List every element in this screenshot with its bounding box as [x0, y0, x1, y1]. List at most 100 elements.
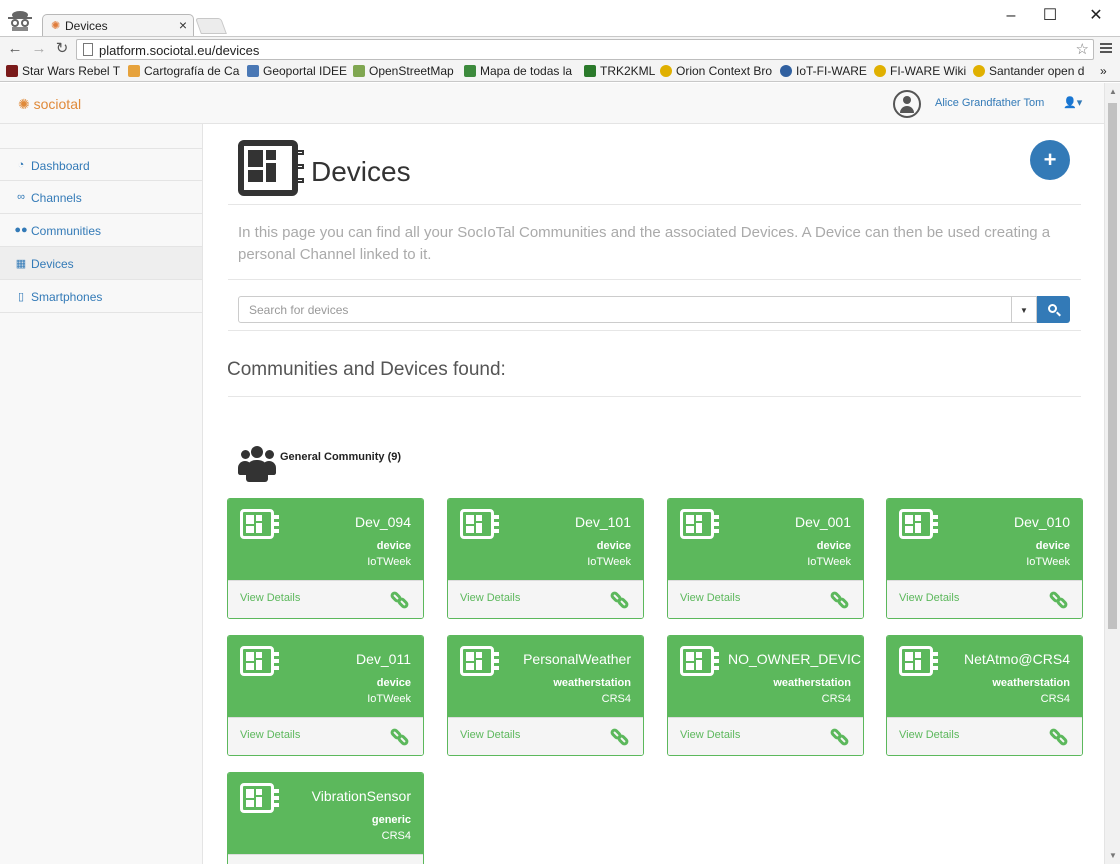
forward-arrow-icon[interactable]: →: [30, 40, 48, 58]
bookmark-label: TRK2KML: [600, 64, 656, 78]
card-header: NetAtmo@CRS4 weatherstation CRS4: [887, 636, 1082, 717]
scroll-down-icon[interactable]: ▼: [1109, 851, 1117, 860]
tab-close-icon[interactable]: ×: [179, 17, 187, 33]
device-card[interactable]: NetAtmo@CRS4 weatherstation CRS4 View De…: [886, 635, 1083, 756]
device-owner: CRS4: [821, 693, 851, 705]
tab-title: Devices: [65, 19, 108, 33]
user-name-link[interactable]: Alice Grandfather Tom: [935, 97, 1044, 109]
scrollbar-thumb[interactable]: [1108, 103, 1117, 629]
device-card[interactable]: VibrationSensor generic CRS4 View Detail…: [227, 772, 424, 864]
bookmark-item[interactable]: TRK2KML: [584, 64, 655, 78]
sidebar-item-devices[interactable]: ▦ Devices: [0, 247, 202, 280]
device-name: Dev_010: [1013, 514, 1070, 530]
device-card[interactable]: Dev_094 device IoTWeek View Details: [227, 498, 424, 619]
view-details-link[interactable]: View Details: [680, 592, 740, 604]
browser-tab[interactable]: ✺ Devices ×: [42, 14, 194, 36]
sidebar-item-smartphones[interactable]: ▯ Smartphones: [0, 280, 202, 313]
link-icon[interactable]: [828, 589, 852, 611]
caret-down-icon: ▾: [1076, 97, 1083, 109]
bookmark-item[interactable]: FI-WARE Wiki: [874, 64, 966, 78]
link-icon[interactable]: [1047, 589, 1071, 611]
reload-icon[interactable]: ↻: [53, 40, 71, 58]
view-details-link[interactable]: View Details: [460, 592, 520, 604]
bookmark-label: Geoportal IDEE: [263, 64, 348, 78]
sidebar-item-communities[interactable]: ●● Communities: [0, 214, 202, 247]
view-details-link[interactable]: View Details: [240, 729, 300, 741]
link-icon[interactable]: [388, 726, 412, 748]
device-card[interactable]: Dev_011 device IoTWeek View Details: [227, 635, 424, 756]
sidebar-item-channels[interactable]: ∞ Channels: [0, 181, 202, 214]
divider: [228, 279, 1081, 280]
sociotal-logo[interactable]: ✺ sociotal: [18, 96, 81, 113]
link-icon[interactable]: [1047, 726, 1071, 748]
new-tab-button[interactable]: [195, 18, 227, 34]
main-content: Devices + In this page you can find all …: [203, 124, 1104, 864]
divider: [228, 396, 1081, 397]
bookmark-item[interactable]: OpenStreetMap: [353, 64, 454, 78]
link-icon[interactable]: [608, 589, 632, 611]
browser-titlebar: ✺ Devices × – ☐ ✕: [0, 0, 1120, 36]
bookmark-item[interactable]: Orion Context Bro: [660, 64, 772, 78]
search-input[interactable]: [239, 297, 999, 322]
more-bookmarks-button[interactable]: »: [1100, 64, 1107, 78]
sidebar: ◔ Dashboard ∞ Channels ●● Communities ▦ …: [0, 124, 203, 864]
bookmark-label: OpenStreetMap: [369, 64, 454, 78]
device-type: weatherstation: [773, 677, 851, 689]
community-icon: [238, 446, 276, 482]
sidebar-item-label: Dashboard: [31, 159, 90, 173]
search-icon: [1048, 304, 1057, 313]
bookmark-item[interactable]: Geoportal IDEE: [247, 64, 347, 78]
bookmark-item[interactable]: Star Wars Rebel T: [6, 64, 120, 78]
device-icon: ▦: [15, 258, 27, 270]
search-button[interactable]: [1037, 296, 1070, 323]
sidebar-item-dashboard[interactable]: ◔ Dashboard: [0, 148, 202, 181]
minimize-button[interactable]: –: [1001, 6, 1021, 26]
close-window-button[interactable]: ✕: [1086, 6, 1106, 26]
view-details-link[interactable]: View Details: [680, 729, 740, 741]
bookmark-item[interactable]: IoT-FI-WARE: [780, 64, 867, 78]
bookmark-item[interactable]: Mapa de todas la: [464, 64, 572, 78]
device-icon: [460, 646, 499, 676]
bookmark-label: FI-WARE Wiki: [890, 64, 967, 78]
view-details-link[interactable]: View Details: [899, 729, 959, 741]
bookmark-star-icon[interactable]: ☆: [1076, 40, 1089, 58]
bookmark-item[interactable]: Santander open d: [973, 64, 1084, 78]
device-card[interactable]: Dev_010 device IoTWeek View Details: [886, 498, 1083, 619]
device-card[interactable]: Dev_101 device IoTWeek View Details: [447, 498, 644, 619]
search-dropdown-toggle[interactable]: ▼: [1011, 296, 1037, 323]
device-type: generic: [371, 814, 411, 826]
page-scrollbar[interactable]: ▲ ▼: [1104, 83, 1120, 864]
card-header: Dev_094 device IoTWeek: [228, 499, 423, 580]
maximize-button[interactable]: ☐: [1040, 6, 1060, 26]
device-icon: [460, 509, 499, 539]
add-device-button[interactable]: +: [1030, 140, 1070, 180]
browser-toolbar: ← → ↻ platform.sociotal.eu/devices ☆: [0, 36, 1120, 62]
view-details-link[interactable]: View Details: [460, 729, 520, 741]
card-header: Dev_010 device IoTWeek: [887, 499, 1082, 580]
address-bar[interactable]: platform.sociotal.eu/devices ☆: [76, 39, 1094, 60]
bookmark-item[interactable]: Cartografía de Ca: [128, 64, 239, 78]
device-card[interactable]: Dev_001 device IoTWeek View Details: [667, 498, 864, 619]
card-footer: View Details: [887, 717, 1082, 755]
view-details-link[interactable]: View Details: [240, 592, 300, 604]
user-menu-toggle[interactable]: 👤▾: [1063, 96, 1082, 109]
page-icon: [83, 43, 93, 56]
browser-menu-icon[interactable]: [1100, 43, 1112, 55]
back-arrow-icon[interactable]: ←: [6, 40, 24, 58]
device-card[interactable]: NO_OWNER_DEVIC weatherstation CRS4 View …: [667, 635, 864, 756]
view-details-link[interactable]: View Details: [899, 592, 959, 604]
device-name: Dev_001: [794, 514, 851, 530]
avatar[interactable]: [893, 90, 921, 118]
device-owner: IoTWeek: [367, 556, 411, 568]
bookmark-favicon-icon: [128, 65, 140, 77]
logo-text: sociotal: [33, 96, 82, 112]
device-card[interactable]: PersonalWeather weatherstation CRS4 View…: [447, 635, 644, 756]
link-icon[interactable]: [388, 589, 412, 611]
device-icon: [240, 646, 279, 676]
scroll-up-icon[interactable]: ▲: [1109, 87, 1117, 96]
device-name: Dev_094: [354, 514, 411, 530]
link-icon[interactable]: [608, 726, 632, 748]
link-icon[interactable]: [828, 726, 852, 748]
user-icon: 👤: [1063, 97, 1077, 109]
card-header: PersonalWeather weatherstation CRS4: [448, 636, 643, 717]
